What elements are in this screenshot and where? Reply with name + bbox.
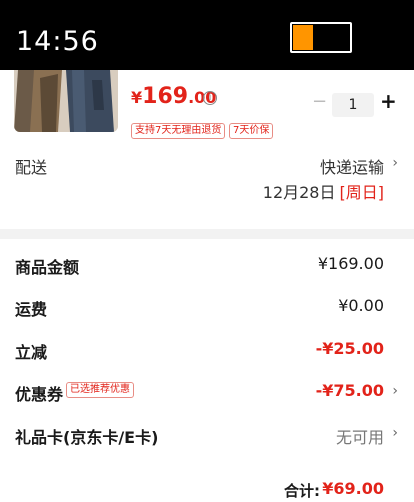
total-label: 合计:	[284, 482, 320, 500]
coupon-recommended-tag: 已选推荐优惠	[66, 382, 134, 398]
discount-value: -¥25.00	[315, 339, 384, 358]
quantity-decrease-button[interactable]: −	[312, 93, 327, 111]
goods-amount-value: ¥169.00	[317, 254, 384, 273]
price-currency: ¥	[131, 88, 143, 107]
gift-card-label: 礼品卡(京东卡/E卡)	[15, 428, 159, 447]
chevron-right-icon: ›	[392, 155, 398, 171]
status-time: 14:56	[16, 26, 99, 57]
chevron-right-icon: ›	[392, 383, 398, 399]
discount-label: 立减	[15, 343, 48, 362]
shipping-label: 配送	[15, 158, 48, 177]
battery-icon	[290, 22, 352, 53]
coupon-label: 优惠券	[15, 385, 64, 404]
goods-amount-label: 商品金额	[15, 258, 80, 277]
product-image[interactable]	[14, 70, 118, 132]
section-divider	[0, 229, 414, 239]
shipping-method[interactable]: 快递运输	[320, 154, 384, 178]
freight-value: ¥0.00	[338, 296, 384, 315]
battery-level	[293, 25, 313, 50]
shipping-date[interactable]: 12月28日 [周日]	[263, 179, 384, 203]
gift-card-value: 无可用	[335, 428, 384, 447]
coupon-value: -¥75.00	[315, 381, 384, 400]
chevron-right-icon: ›	[392, 425, 398, 441]
shipping-weekday: [周日]	[339, 183, 385, 202]
info-icon[interactable]: i	[203, 91, 217, 105]
shipping-date-value: 12月28日	[262, 183, 336, 202]
total-value: ¥69.00	[322, 479, 384, 498]
quantity-increase-button[interactable]: +	[380, 91, 397, 111]
price-integer: 169	[142, 84, 189, 109]
return-policy-tag: 支持7天无理由退货	[131, 123, 226, 139]
status-bar: 14:56	[0, 0, 414, 70]
price-protect-tag: 7天价保	[229, 123, 274, 139]
freight-label: 运费	[15, 300, 48, 319]
quantity-input[interactable]: 1	[332, 93, 374, 117]
